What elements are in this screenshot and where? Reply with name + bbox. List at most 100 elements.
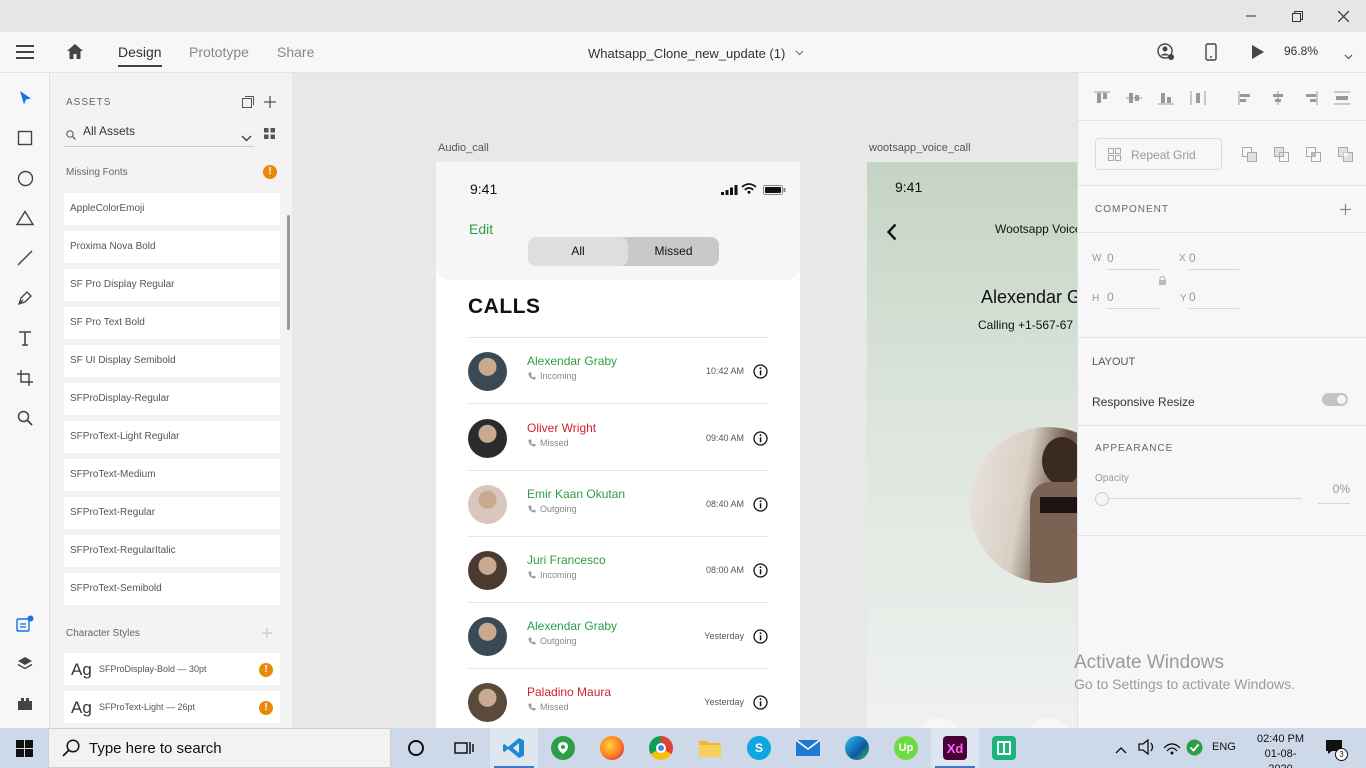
device-preview-icon[interactable] xyxy=(1205,43,1217,66)
line-tool-icon[interactable] xyxy=(12,245,38,271)
align-bottom-icon[interactable] xyxy=(1158,91,1174,110)
chrome-icon[interactable] xyxy=(637,728,685,768)
missing-font-item[interactable]: AppleColorEmoji xyxy=(64,193,280,225)
align-middle-icon[interactable] xyxy=(1126,91,1142,110)
distribute-vertical-icon[interactable] xyxy=(1334,91,1350,110)
edit-button[interactable]: Edit xyxy=(469,221,493,237)
character-style-item[interactable]: Ag SFProDisplay-Bold — 30pt ! xyxy=(64,653,280,685)
hamburger-menu-icon[interactable] xyxy=(16,45,34,64)
call-row[interactable]: Alexendar Graby Incoming 10:42 AM xyxy=(468,338,768,404)
taskbar-search-box[interactable]: Type here to search xyxy=(48,728,391,768)
height-field[interactable]: 0 xyxy=(1107,287,1159,309)
back-chevron-icon[interactable] xyxy=(886,223,897,246)
call-row[interactable]: Alexendar Graby Outgoing Yesterday xyxy=(468,603,768,669)
missing-font-item[interactable]: SFProText-Medium xyxy=(64,459,280,491)
info-icon[interactable] xyxy=(753,563,768,578)
opacity-field[interactable]: 0% xyxy=(1318,482,1350,504)
artboard-label-voice-call[interactable]: wootsapp_voice_call xyxy=(869,142,971,154)
boolean-add-icon[interactable] xyxy=(1242,147,1257,167)
upwork-icon[interactable]: Up xyxy=(882,728,930,768)
missing-font-item[interactable]: SFProText-RegularItalic xyxy=(64,535,280,567)
y-field[interactable]: 0 xyxy=(1189,287,1239,309)
align-left-icon[interactable] xyxy=(1238,91,1254,110)
artboard-tool-icon[interactable] xyxy=(12,365,38,391)
sync-status-icon[interactable] xyxy=(1186,739,1203,761)
info-icon[interactable] xyxy=(753,695,768,710)
ellipse-tool-icon[interactable] xyxy=(12,165,38,191)
grid-view-icon[interactable] xyxy=(264,126,275,144)
file-explorer-icon[interactable] xyxy=(686,728,734,768)
pen-tool-icon[interactable] xyxy=(12,285,38,311)
skype-icon[interactable]: S xyxy=(735,728,783,768)
boolean-subtract-icon[interactable] xyxy=(1274,147,1289,167)
boolean-intersect-icon[interactable] xyxy=(1306,147,1321,167)
app-icon[interactable] xyxy=(980,728,1028,768)
missing-font-item[interactable]: SFProDisplay-Regular xyxy=(64,383,280,415)
vscode-icon[interactable] xyxy=(490,728,538,768)
taskbar-clock[interactable]: 02:40 PM 01-08-2020 xyxy=(1253,732,1308,768)
character-style-item[interactable]: Ag SFProText-Light — 26pt ! xyxy=(64,691,280,723)
info-icon[interactable] xyxy=(753,364,768,379)
close-icon[interactable] xyxy=(1320,0,1366,32)
task-view-icon[interactable] xyxy=(440,728,488,768)
add-asset-icon[interactable] xyxy=(264,95,276,113)
opacity-slider-thumb[interactable] xyxy=(1095,492,1109,506)
distribute-horizontal-icon[interactable] xyxy=(1190,91,1206,110)
assets-panel-icon[interactable] xyxy=(12,611,38,637)
add-component-icon[interactable] xyxy=(1340,202,1351,220)
document-title[interactable]: Whatsapp_Clone_new_update (1) xyxy=(588,44,804,61)
adobe-xd-icon[interactable]: Xd xyxy=(931,728,979,768)
assets-scrollbar[interactable] xyxy=(287,215,290,330)
zoom-tool-icon[interactable] xyxy=(12,405,38,431)
missing-font-item[interactable]: SF UI Display Semibold xyxy=(64,345,280,377)
restore-icon[interactable] xyxy=(1274,0,1320,32)
network-icon[interactable] xyxy=(1163,739,1181,760)
x-field[interactable]: 0 xyxy=(1189,248,1239,270)
segment-missed[interactable]: Missed xyxy=(628,237,719,266)
polygon-tool-icon[interactable] xyxy=(12,205,38,231)
missing-font-item[interactable]: Proxima Nova Bold xyxy=(64,231,280,263)
artboard-voice-call[interactable]: 9:41 Wootsapp Voice Alexendar G Calling … xyxy=(867,162,1077,728)
layers-icon[interactable] xyxy=(12,651,38,677)
align-top-icon[interactable] xyxy=(1094,91,1110,110)
missing-font-item[interactable]: SFProText-Light Regular xyxy=(64,421,280,453)
missing-font-item[interactable]: SFProText-Regular xyxy=(64,497,280,529)
mail-icon[interactable] xyxy=(784,728,832,768)
start-button-icon[interactable] xyxy=(0,728,48,768)
cortana-icon[interactable] xyxy=(392,728,440,768)
tab-design[interactable]: Design xyxy=(118,32,162,73)
rectangle-tool-icon[interactable] xyxy=(12,125,38,151)
call-row[interactable]: Oliver Wright Missed 09:40 AM xyxy=(468,405,768,471)
artboard-audio-call[interactable]: 9:41 Edit All Missed CALLS Alexendar Gra… xyxy=(436,162,800,728)
zoom-chevron-down-icon[interactable] xyxy=(1344,47,1353,65)
firefox-icon[interactable] xyxy=(588,728,636,768)
asset-filter-dropdown[interactable]: All Assets xyxy=(64,121,254,147)
missing-font-item[interactable]: SFProText-Semibold xyxy=(64,573,280,605)
play-preview-icon[interactable] xyxy=(1251,44,1265,65)
opacity-slider-track[interactable] xyxy=(1100,498,1302,499)
home-icon[interactable] xyxy=(66,43,84,65)
zoom-level[interactable]: 96.8% xyxy=(1284,44,1318,58)
call-row[interactable]: Juri Francesco Incoming 08:00 AM xyxy=(468,537,768,603)
show-hidden-icons-icon[interactable] xyxy=(1115,741,1127,759)
select-tool-icon[interactable] xyxy=(12,85,38,111)
maps-icon[interactable] xyxy=(539,728,587,768)
missing-font-item[interactable]: SF Pro Display Regular xyxy=(64,269,280,301)
open-library-icon[interactable] xyxy=(242,95,254,113)
missing-font-item[interactable]: SF Pro Text Bold xyxy=(64,307,280,339)
segment-all[interactable]: All xyxy=(528,237,628,266)
call-action-button[interactable] xyxy=(917,718,961,728)
info-icon[interactable] xyxy=(753,497,768,512)
plugins-icon[interactable] xyxy=(12,691,38,717)
input-language[interactable]: ENG xyxy=(1212,741,1236,753)
add-character-style-icon[interactable] xyxy=(262,625,272,643)
responsive-resize-toggle[interactable] xyxy=(1322,393,1348,406)
tab-prototype[interactable]: Prototype xyxy=(189,32,249,73)
align-center-icon[interactable] xyxy=(1270,91,1286,110)
repeat-grid-button[interactable]: Repeat Grid xyxy=(1095,138,1222,170)
share-user-icon[interactable] xyxy=(1157,43,1175,66)
call-row[interactable]: Paladino Maura Missed Yesterday xyxy=(468,669,768,728)
call-row[interactable]: Emir Kaan Okutan Outgoing 08:40 AM xyxy=(468,471,768,537)
volume-icon[interactable] xyxy=(1138,738,1156,760)
text-tool-icon[interactable] xyxy=(12,325,38,351)
